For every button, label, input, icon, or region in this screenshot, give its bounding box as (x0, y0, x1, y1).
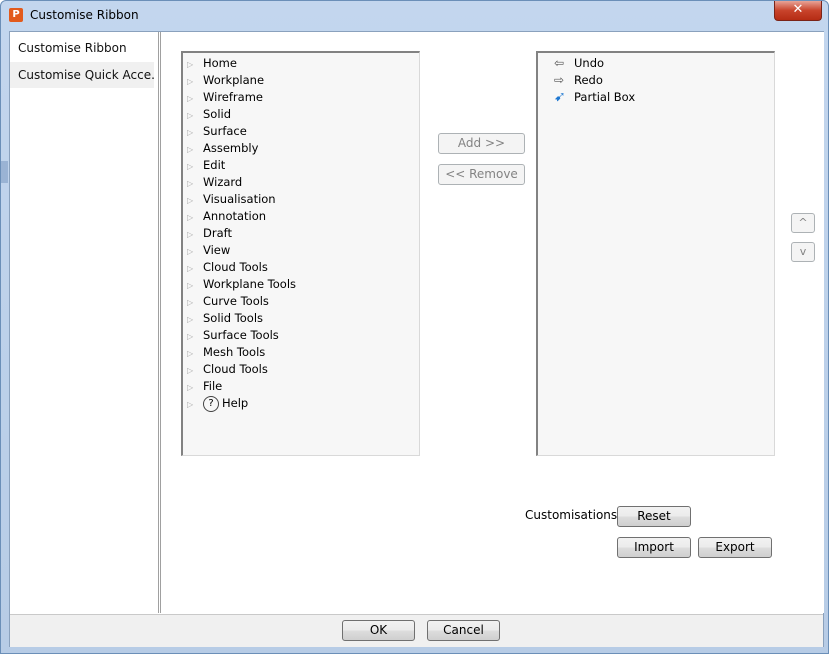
cancel-button[interactable]: Cancel (427, 620, 500, 641)
tree-item-label: File (203, 379, 223, 393)
expand-arrow-icon[interactable]: ▷ (187, 175, 201, 192)
tree-item[interactable]: ▷ Surface Tools (187, 327, 279, 344)
tree-item[interactable]: ▷ Solid (187, 106, 231, 123)
tree-item-label: View (203, 243, 231, 257)
tree-item[interactable]: ▷ Draft (187, 225, 232, 242)
expand-arrow-icon[interactable]: ▷ (187, 260, 201, 277)
redo-icon: ⇨ (554, 73, 565, 87)
tree-item-label: Wizard (203, 175, 243, 189)
help-icon: ? (203, 395, 219, 412)
tree-item-label: Cloud Tools (203, 260, 268, 274)
tree-item-label: Home (203, 56, 237, 70)
tree-item[interactable]: ▷ Workplane Tools (187, 276, 296, 293)
expand-arrow-icon[interactable]: ▷ (187, 294, 201, 311)
tree-item[interactable]: ▷ Home (187, 55, 237, 72)
tree-item-label: Solid Tools (203, 311, 264, 325)
expand-arrow-icon[interactable]: ▷ (187, 124, 201, 141)
expand-arrow-icon[interactable]: ▷ (187, 56, 201, 73)
title-bar[interactable]: P Customise Ribbon ✕ (1, 1, 828, 29)
expand-arrow-icon[interactable]: ▷ (187, 362, 201, 379)
expand-arrow-icon[interactable]: ▷ (187, 209, 201, 226)
sidebar-item-customise-quick-access[interactable]: Customise Quick Acce... (10, 62, 154, 88)
tree-item[interactable]: ▷ Workplane (187, 72, 264, 89)
expand-arrow-icon[interactable]: ▷ (187, 226, 201, 243)
tree-item-label: Annotation (203, 209, 267, 223)
export-button[interactable]: Export (698, 537, 772, 558)
dialog-footer: OK Cancel (10, 614, 823, 647)
tree-item-label: Draft (203, 226, 232, 240)
expand-arrow-icon[interactable]: ▷ (187, 107, 201, 124)
expand-arrow-icon[interactable]: ▷ (187, 73, 201, 90)
expand-arrow-icon[interactable]: ▷ (187, 379, 201, 396)
partial-box-cursor-icon: ➹ (554, 89, 566, 105)
tree-item-label: Visualisation (203, 192, 276, 206)
dialog-client-area: Customise Ribbon Customise Quick Acce...… (9, 31, 824, 647)
tree-item-label: Assembly (203, 141, 259, 155)
move-up-button[interactable]: ^ (791, 213, 815, 233)
tree-item[interactable]: ▷ Cloud Tools (187, 361, 268, 378)
dialog-window: P Customise Ribbon ✕ Customise Ribbon Cu… (0, 0, 829, 654)
quick-access-item-label: Partial Box (574, 90, 636, 104)
remove-button[interactable]: << Remove (438, 164, 525, 185)
window-edge-accent (1, 161, 8, 183)
quick-access-item-label: Redo (574, 73, 603, 87)
expand-arrow-icon[interactable]: ▷ (187, 311, 201, 328)
undo-icon: ⇦ (554, 56, 565, 70)
tree-item[interactable]: ▷ File (187, 378, 222, 395)
expand-arrow-icon[interactable]: ▷ (187, 90, 201, 107)
add-button[interactable]: Add >> (438, 133, 525, 154)
tree-item[interactable]: ▷ Assembly (187, 140, 258, 157)
tree-item[interactable]: ▷ Visualisation (187, 191, 276, 208)
tree-item-label: Curve Tools (203, 294, 269, 308)
tree-item-label: Workplane (203, 73, 265, 87)
expand-arrow-icon[interactable]: ▷ (187, 396, 201, 413)
quick-access-item-label: Undo (574, 56, 605, 70)
ok-button[interactable]: OK (342, 620, 415, 641)
tree-item[interactable]: ▷ View (187, 242, 230, 259)
tree-item[interactable]: ▷ Surface (187, 123, 247, 140)
quick-access-item[interactable]: ⇦ Undo (554, 55, 604, 72)
sidebar-item-customise-ribbon[interactable]: Customise Ribbon (10, 35, 154, 61)
tree-item[interactable]: ▷ Edit (187, 157, 225, 174)
expand-arrow-icon[interactable]: ▷ (187, 192, 201, 209)
quick-access-item[interactable]: ➹ Partial Box (554, 89, 635, 106)
tree-item-label: Wireframe (203, 90, 263, 104)
close-button[interactable]: ✕ (774, 1, 822, 21)
tree-item[interactable]: ▷ Wizard (187, 174, 242, 191)
tree-item[interactable]: ▷ Annotation (187, 208, 266, 225)
tree-item[interactable]: ▷? Help (187, 395, 248, 412)
ribbon-tab-list[interactable]: ▷ Home ▷ Workplane ▷ Wireframe ▷ Solid ▷ Surface ▷… (181, 51, 420, 456)
tree-item-label: Edit (203, 158, 226, 172)
window-title: Customise Ribbon (30, 8, 139, 22)
expand-arrow-icon[interactable]: ▷ (187, 243, 201, 260)
expand-arrow-icon[interactable]: ▷ (187, 328, 201, 345)
tree-item-label: Surface (203, 124, 247, 138)
quick-access-item[interactable]: ⇨ Redo (554, 72, 603, 89)
expand-arrow-icon[interactable]: ▷ (187, 141, 201, 158)
expand-arrow-icon[interactable]: ▷ (187, 345, 201, 362)
tree-item[interactable]: ▷ Solid Tools (187, 310, 263, 327)
sidebar-nav: Customise Ribbon Customise Quick Acce... (10, 32, 159, 613)
move-down-button[interactable]: v (791, 242, 815, 262)
expand-arrow-icon[interactable]: ▷ (187, 158, 201, 175)
app-logo-icon: P (9, 8, 23, 22)
tree-item[interactable]: ▷ Wireframe (187, 89, 263, 106)
import-button[interactable]: Import (617, 537, 691, 558)
tree-item-label: Workplane Tools (203, 277, 297, 291)
expand-arrow-icon[interactable]: ▷ (187, 277, 201, 294)
tree-item-label: Help (222, 396, 249, 410)
tree-item-label: Solid (203, 107, 232, 121)
tree-item[interactable]: ▷ Mesh Tools (187, 344, 265, 361)
quick-access-list[interactable]: ⇦ Undo ⇨ Redo ➹ Partial Box (536, 51, 775, 456)
tree-item[interactable]: ▷ Cloud Tools (187, 259, 268, 276)
tree-item[interactable]: ▷ Curve Tools (187, 293, 269, 310)
settings-panel: ▷ Home ▷ Workplane ▷ Wireframe ▷ Solid ▷ Surface ▷… (160, 32, 824, 613)
tree-item-label: Surface Tools (203, 328, 279, 342)
tree-item-label: Mesh Tools (203, 345, 266, 359)
reset-button[interactable]: Reset (617, 506, 691, 527)
customisations-label: Customisations: (525, 508, 622, 522)
tree-item-label: Cloud Tools (203, 362, 268, 376)
